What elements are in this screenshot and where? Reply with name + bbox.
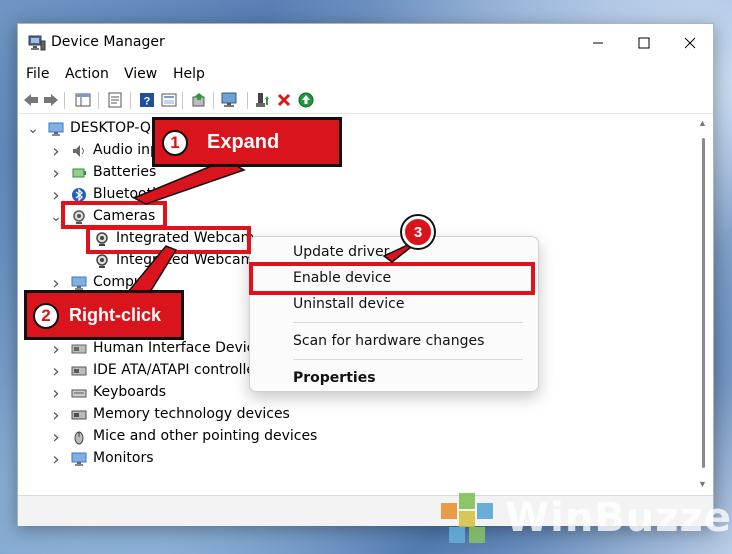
winbuzzer-watermark: WinBuzzer <box>437 487 732 549</box>
step-1-badge: 1 <box>162 130 188 156</box>
watermark-text: WinBuzzer <box>505 495 732 541</box>
rightclick-label: Right-click <box>69 305 162 325</box>
rightclick-arrow <box>126 245 178 293</box>
expand-callout: 1 Expand <box>152 117 342 167</box>
step-3-badge: 3 <box>402 216 434 248</box>
winbuzzer-logo-icon <box>441 493 493 543</box>
annotation-arrows <box>126 159 421 293</box>
expand-label: Expand <box>207 131 280 153</box>
step-2-badge: 2 <box>33 303 59 329</box>
rightclick-callout: 2 Right-click <box>24 290 184 340</box>
